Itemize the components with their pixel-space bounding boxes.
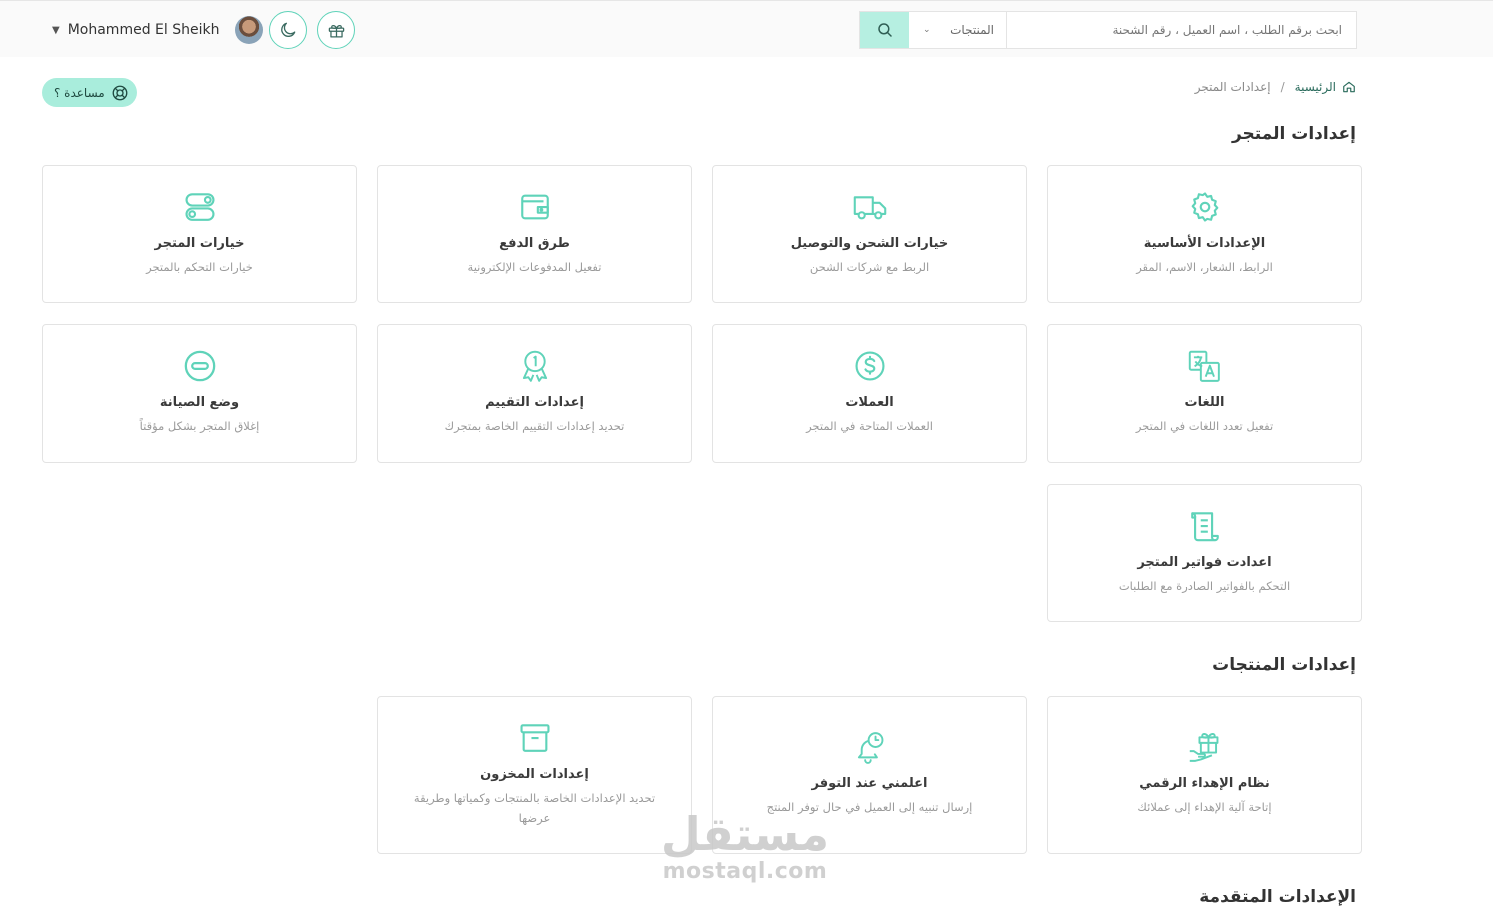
search-icon	[877, 23, 892, 37]
chevron-down-icon: ⌄	[923, 25, 931, 35]
gift-hand-icon	[1189, 733, 1218, 762]
card-title: نظام الإهداء الرقمي	[1139, 776, 1270, 791]
card-title: العملات	[845, 395, 894, 410]
award-icon	[522, 350, 547, 382]
watermark: مستقل mostaql.com	[650, 808, 840, 884]
section-title-advanced: الإعدادات المتقدمة	[1199, 887, 1356, 907]
card-title: اعلمني عند التوفر	[811, 776, 928, 791]
card-title: اعدادت فواتير المتجر	[1137, 555, 1272, 570]
card-inventory-settings[interactable]: إعدادات المخزون تحديد الإعدادات الخاصة ب…	[377, 696, 692, 854]
moon-icon	[281, 22, 296, 37]
card-title: وضع الصيانة	[159, 395, 240, 410]
card-desc: إغلاق المتجر بشكل مؤقتاً	[139, 419, 260, 433]
top-bar: ▼ Mohammed El Sheikh ⌄ المنتجات	[0, 0, 1493, 57]
card-desc: العملات المتاحة في المتجر	[806, 419, 933, 433]
card-languages[interactable]: اللغات تفعيل تعدد اللغات في المتجر	[1047, 324, 1362, 463]
card-desc: تحديد إعدادات التقييم الخاصة بمتجرك	[444, 419, 625, 433]
search-scope-value: المنتجات	[950, 23, 994, 37]
search-button[interactable]	[860, 12, 909, 48]
translate-icon	[1188, 350, 1220, 382]
card-basic-settings[interactable]: الإعدادات الأساسية الرابط، الشعار، الاسم…	[1047, 165, 1362, 303]
search-bar: ⌄ المنتجات	[859, 11, 1357, 49]
watermark-latin: mostaql.com	[662, 859, 828, 884]
section-title-store: إعدادات المتجر	[1231, 124, 1356, 144]
card-title: إعدادات المخزون	[480, 767, 589, 782]
card-desc: تفعيل المدفوعات الإلكترونية	[467, 260, 602, 274]
breadcrumb-current: إعدادات المتجر	[1194, 80, 1271, 94]
card-invoice-settings[interactable]: اعدادت فواتير المتجر التحكم بالفواتير ال…	[1047, 484, 1362, 622]
bell-clock-icon	[857, 732, 883, 764]
card-title: خيارات الشحن والتوصيل	[790, 236, 949, 251]
search-scope-select[interactable]: ⌄ المنتجات	[909, 12, 1007, 48]
card-rating-settings[interactable]: إعدادات التقييم تحديد إعدادات التقييم ال…	[377, 324, 692, 463]
breadcrumb-home[interactable]: الرئيسية	[1295, 80, 1356, 94]
user-menu[interactable]: ▼ Mohammed El Sheikh	[52, 15, 264, 45]
lifebuoy-icon	[112, 85, 128, 100]
card-desc: تحديد الإعدادات الخاصة بالمنتجات وكمياته…	[413, 791, 656, 825]
user-name: Mohammed El Sheikh	[67, 22, 220, 38]
card-desc: الربط مع شركات الشحن	[809, 260, 930, 274]
card-digital-gifting[interactable]: نظام الإهداء الرقمي إتاحة آلية الإهداء إ…	[1047, 696, 1362, 854]
help-label: مساعدة ؟	[54, 85, 105, 100]
breadcrumb-home-label: الرئيسية	[1294, 80, 1336, 94]
card-desc: التحكم بالفواتير الصادرة مع الطلبات	[1118, 579, 1291, 593]
search-input[interactable]	[1007, 12, 1356, 48]
avatar[interactable]	[235, 16, 264, 44]
card-desc: خيارات التحكم بالمتجر	[146, 260, 253, 274]
card-desc: تفعيل تعدد اللغات في المتجر	[1135, 419, 1274, 433]
card-store-options[interactable]: خيارات المتجر خيارات التحكم بالمتجر	[42, 165, 357, 303]
section-title-products: إعدادات المنتجات	[1212, 655, 1356, 675]
card-title: خيارات المتجر	[154, 236, 245, 251]
watermark-arabic: مستقل	[660, 807, 830, 861]
card-title: طرق الدفع	[499, 236, 570, 251]
breadcrumb: الرئيسية / إعدادات المتجر	[1195, 80, 1356, 94]
archive-icon	[519, 724, 550, 752]
wallet-icon	[520, 194, 549, 220]
home-icon	[1343, 81, 1355, 93]
card-title: إعدادات التقييم	[485, 395, 584, 410]
receipt-icon	[1190, 512, 1219, 542]
card-payment-methods[interactable]: طرق الدفع تفعيل المدفوعات الإلكترونية	[377, 165, 692, 303]
gift-icon	[328, 24, 344, 37]
card-desc: إتاحة آلية الإهداء إلى عملائك	[1137, 800, 1272, 814]
card-shipping-options[interactable]: خيارات الشحن والتوصيل الربط مع شركات الش…	[712, 165, 1027, 303]
gear-icon	[1191, 192, 1218, 222]
dollar-icon	[854, 351, 885, 381]
gift-button[interactable]	[317, 11, 355, 49]
card-maintenance-mode[interactable]: وضع الصيانة إغلاق المتجر بشكل مؤقتاً	[42, 324, 357, 463]
truck-icon	[853, 196, 886, 220]
card-currencies[interactable]: العملات العملات المتاحة في المتجر	[712, 324, 1027, 463]
minus-circle-icon	[184, 350, 215, 382]
breadcrumb-separator: /	[1280, 80, 1285, 94]
toggles-icon	[184, 193, 215, 221]
card-desc: الرابط، الشعار، الاسم، المقر	[1136, 260, 1273, 274]
card-title: الإعدادات الأساسية	[1143, 236, 1266, 251]
chevron-down-icon: ▼	[52, 24, 60, 36]
help-button[interactable]: مساعدة ؟	[42, 78, 137, 107]
dark-mode-button[interactable]	[269, 11, 307, 49]
card-title: اللغات	[1184, 395, 1225, 410]
